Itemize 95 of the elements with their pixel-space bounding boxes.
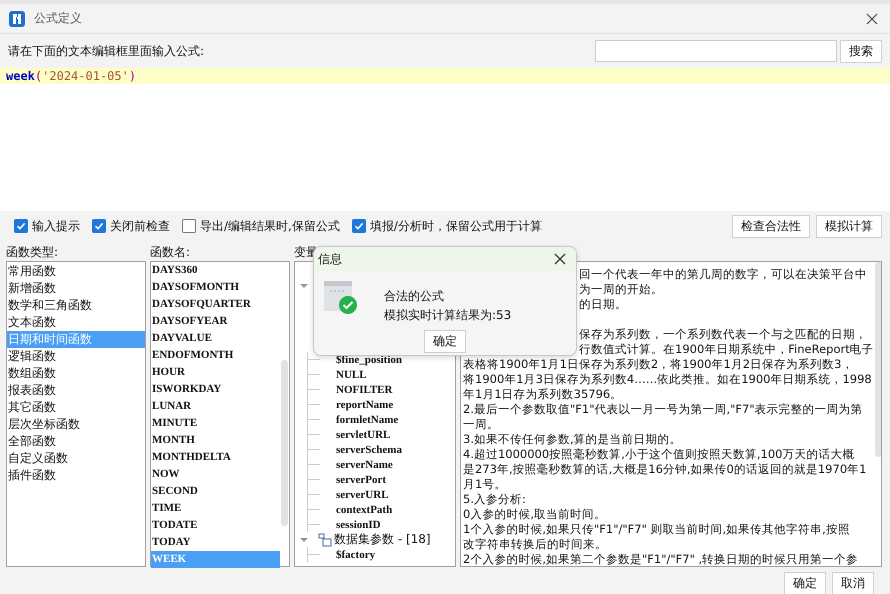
description-text: 改字符串转换后的时间来。 bbox=[463, 537, 607, 551]
function-item[interactable]: SECOND bbox=[151, 483, 280, 500]
category-item[interactable]: 数学和三角函数 bbox=[7, 297, 145, 314]
tree-item[interactable]: serverURL bbox=[336, 488, 389, 500]
tree-item[interactable]: NOFILTER bbox=[336, 384, 392, 396]
tree-item[interactable]: servletURL bbox=[336, 428, 390, 440]
category-item[interactable]: 数组函数 bbox=[7, 365, 145, 382]
description-text: 月1号。 bbox=[463, 477, 506, 491]
function-item[interactable]: ISWORKDAY bbox=[151, 381, 280, 398]
description-text: 5.入参分析: bbox=[463, 492, 526, 506]
success-icon bbox=[324, 281, 358, 315]
formula-editor[interactable]: week('2024-01-05') bbox=[0, 68, 890, 211]
tree-item[interactable]: reportName bbox=[336, 398, 394, 410]
search-button[interactable]: 搜索 bbox=[840, 40, 882, 62]
action-button[interactable]: 检查合法性 bbox=[732, 214, 810, 238]
tree-group-label[interactable]: 数据集参数 - [18] bbox=[334, 531, 431, 548]
checkbox-label: 关闭前检查 bbox=[110, 218, 170, 234]
function-item[interactable]: ENDOFMONTH bbox=[151, 347, 280, 364]
category-item[interactable]: 层次坐标函数 bbox=[7, 416, 145, 433]
function-item[interactable]: NOW bbox=[151, 466, 280, 483]
function-item[interactable]: DAYSOFYEAR bbox=[151, 313, 280, 330]
function-item[interactable]: DAYSOFQUARTER bbox=[151, 296, 280, 313]
function-item[interactable]: TODAY bbox=[151, 534, 280, 551]
close-icon[interactable] bbox=[866, 12, 878, 24]
dialog-button[interactable]: 确定 bbox=[784, 572, 826, 594]
function-item[interactable]: DAYSOFMONTH bbox=[151, 279, 280, 296]
description-text: 保存为系列数，一个系列数代表一个与之匹配的日期， bbox=[579, 327, 867, 341]
function-item[interactable]: LUNAR bbox=[151, 398, 280, 415]
checkbox-label: 导出/编辑结果时,保留公式 bbox=[200, 218, 340, 234]
description-text: 回一个代表一年中的第几周的数字，可以在决策平台中 bbox=[579, 267, 867, 281]
category-item[interactable]: 插件函数 bbox=[7, 467, 145, 484]
description-text: 年1月1日存为系列数35796。 bbox=[463, 387, 622, 401]
description-text: 的日期。 bbox=[579, 297, 627, 311]
expand-toggle-icon[interactable] bbox=[300, 282, 308, 290]
description-text: 1个入参的时候,如果只传"F1"/"F7" 则取当前时间,如果传其他字符串,按照 bbox=[463, 522, 850, 536]
function-item[interactable]: MONTHDELTA bbox=[151, 449, 280, 466]
action-button[interactable]: 模拟计算 bbox=[816, 214, 882, 238]
ok-button[interactable]: 确定 bbox=[424, 330, 466, 353]
tree-item[interactable]: serverSchema bbox=[336, 444, 402, 456]
description-text: 2个入参的时候,如果第二个参数是"F1"/"F7" ,转换日期的时候只用第一个参 bbox=[463, 552, 858, 566]
dialog-message: 模拟实时计算结果为:53 bbox=[384, 307, 512, 324]
column-heading: 函数名: bbox=[150, 244, 190, 261]
tree-item[interactable]: $fine_position bbox=[336, 354, 402, 366]
description-text: 0入参的时候,取当前时间。 bbox=[463, 507, 606, 521]
formula-code: week('2024-01-05') bbox=[0, 68, 890, 84]
close-icon[interactable] bbox=[554, 253, 566, 265]
checkbox[interactable] bbox=[14, 219, 28, 233]
description-text: 3.如果不传任何参数,算的是当前日期的。 bbox=[463, 432, 682, 446]
category-item[interactable]: 逻辑函数 bbox=[7, 348, 145, 365]
description-text: 行数值式计算。在1900年日期系统中，FineReport电子 bbox=[579, 342, 874, 356]
function-item[interactable]: DAYS360 bbox=[151, 262, 280, 279]
function-item[interactable]: MONTH bbox=[151, 432, 280, 449]
tree-item[interactable]: sessionID bbox=[336, 518, 381, 530]
window-title: 公式定义 bbox=[34, 10, 82, 27]
function-item[interactable]: TODATE bbox=[151, 517, 280, 534]
function-item[interactable]: MINUTE bbox=[151, 415, 280, 432]
category-item[interactable]: 自定义函数 bbox=[7, 450, 145, 467]
formula-prompt: 请在下面的文本编辑框里面输入公式: bbox=[8, 42, 206, 60]
dialog-button[interactable]: 取消 bbox=[832, 572, 874, 594]
description-text: 将1900年1月3日保存为系列数4……依此类推。如在1900年日期系统，1998 bbox=[463, 372, 872, 386]
function-item[interactable]: HOUR bbox=[151, 364, 280, 381]
dialog-message: 合法的公式 bbox=[384, 288, 445, 305]
category-item[interactable]: 报表函数 bbox=[7, 382, 145, 399]
app-logo-icon bbox=[8, 10, 26, 28]
description-text: 是273年,按照毫秒数算的话,大概是16分钟,如果传0的话返回的就是1970年1 bbox=[463, 462, 866, 476]
dataset-icon bbox=[318, 532, 332, 546]
checkbox[interactable] bbox=[92, 219, 106, 233]
checkbox-label: 填报/分析时，保留公式用于计算 bbox=[370, 218, 542, 234]
function-item[interactable]: TIME bbox=[151, 500, 280, 517]
description-text: 4.超过1000000按照毫秒数算,小于这个值则按照天数算,100万天的话大概 bbox=[463, 447, 854, 461]
category-item[interactable]: 新增函数 bbox=[7, 280, 145, 297]
tree-item[interactable]: serverName bbox=[336, 458, 393, 470]
expand-toggle-icon[interactable] bbox=[300, 536, 308, 544]
description-text: 表格将1900年1月1日保存为系列数2，将1900年1月2日保存为系列数3， bbox=[463, 357, 854, 371]
scrollbar-thumb[interactable] bbox=[874, 262, 881, 457]
category-item[interactable]: 文本函数 bbox=[7, 314, 145, 331]
tree-item[interactable]: NULL bbox=[336, 368, 367, 380]
tree-item[interactable]: $factory bbox=[336, 548, 376, 560]
column-heading: 函数类型: bbox=[6, 244, 58, 261]
category-item[interactable]: 常用函数 bbox=[7, 263, 145, 280]
category-item[interactable]: 全部函数 bbox=[7, 433, 145, 450]
description-text: 一周。 bbox=[463, 417, 499, 431]
tree-item[interactable]: contextPath bbox=[336, 504, 392, 516]
function-item[interactable]: DAYVALUE bbox=[151, 330, 280, 347]
checkbox[interactable] bbox=[182, 219, 196, 233]
tree-item[interactable]: formletName bbox=[336, 414, 398, 426]
checkbox[interactable] bbox=[352, 219, 366, 233]
description-text: 2.最后一个参数取值"F1"代表以一月一号为第一周,"F7"表示完整的一周为第 bbox=[463, 402, 863, 416]
dialog-title: 信息 bbox=[318, 250, 342, 268]
checkbox-label: 输入提示 bbox=[32, 218, 80, 234]
category-item[interactable]: 其它函数 bbox=[7, 399, 145, 416]
description-text: 为一周的开始。 bbox=[579, 282, 663, 296]
scrollbar-thumb[interactable] bbox=[281, 360, 288, 526]
tree-item[interactable]: serverPort bbox=[336, 474, 386, 486]
search-field[interactable] bbox=[595, 40, 837, 62]
